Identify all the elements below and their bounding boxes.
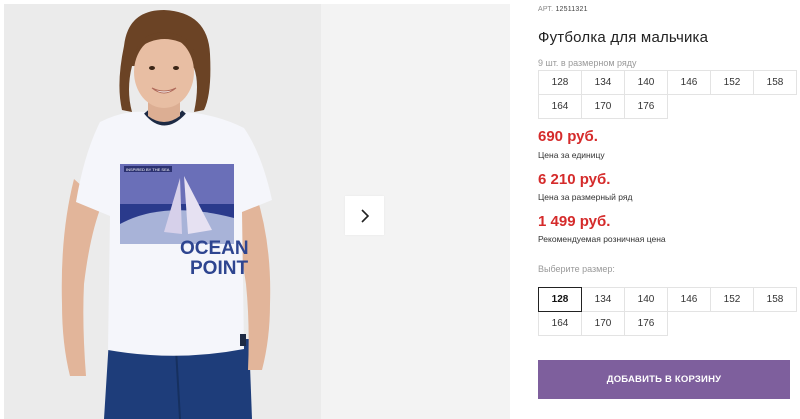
next-image-button[interactable] <box>345 196 384 235</box>
pack-price-label: Цена за размерный ряд <box>538 192 633 202</box>
chevron-right-icon <box>360 208 369 223</box>
print-text-ocean: OCEAN <box>180 238 249 259</box>
pack-size-grid: 128 134 140 146 152 158 164 170 176 <box>538 70 797 119</box>
pack-info: 9 шт. в размерном ряду <box>538 58 637 68</box>
product-photo[interactable]: INSPIRED BY THE SEA OCEAN POINT <box>4 4 321 419</box>
pack-size-cell: 170 <box>581 94 625 119</box>
retail-price-label: Рекомендуемая розничная цена <box>538 234 666 244</box>
choose-size-label: Выберите размер: <box>538 264 615 274</box>
size-option[interactable]: 170 <box>581 311 625 336</box>
pack-size-cell: 158 <box>753 70 797 95</box>
article-number: АРТ. 12511321 <box>538 6 588 13</box>
pack-size-cell: 152 <box>710 70 754 95</box>
size-option[interactable]: 146 <box>667 287 711 312</box>
pack-size-cell: 128 <box>538 70 582 95</box>
unit-price-label: Цена за единицу <box>538 150 605 160</box>
size-option[interactable]: 176 <box>624 311 668 336</box>
size-option[interactable]: 152 <box>710 287 754 312</box>
size-selector-grid: 128 134 140 146 152 158 164 170 176 <box>538 287 797 336</box>
size-option[interactable]: 140 <box>624 287 668 312</box>
retail-price: 1 499 руб. <box>538 213 611 230</box>
add-to-cart-button[interactable]: ДОБАВИТЬ В КОРЗИНУ <box>538 360 790 399</box>
pack-size-cell: 176 <box>624 94 668 119</box>
unit-price: 690 руб. <box>538 128 598 145</box>
size-option[interactable]: 134 <box>581 287 625 312</box>
article-value: 12511321 <box>555 6 588 13</box>
pack-price: 6 210 руб. <box>538 171 611 188</box>
boy-in-tshirt-image: INSPIRED BY THE SEA OCEAN POINT <box>4 4 321 419</box>
pack-size-cell: 146 <box>667 70 711 95</box>
size-option[interactable]: 158 <box>753 287 797 312</box>
print-text-point: POINT <box>190 258 248 279</box>
pack-size-cell: 164 <box>538 94 582 119</box>
size-option-selected[interactable]: 128 <box>538 287 582 312</box>
pack-size-cell: 140 <box>624 70 668 95</box>
product-title: Футболка для мальчика <box>538 29 709 46</box>
pack-size-cell: 134 <box>581 70 625 95</box>
print-caption: INSPIRED BY THE SEA <box>126 167 170 172</box>
product-gallery: INSPIRED BY THE SEA OCEAN POINT <box>0 0 510 419</box>
size-option[interactable]: 164 <box>538 311 582 336</box>
article-label: АРТ. <box>538 6 554 13</box>
